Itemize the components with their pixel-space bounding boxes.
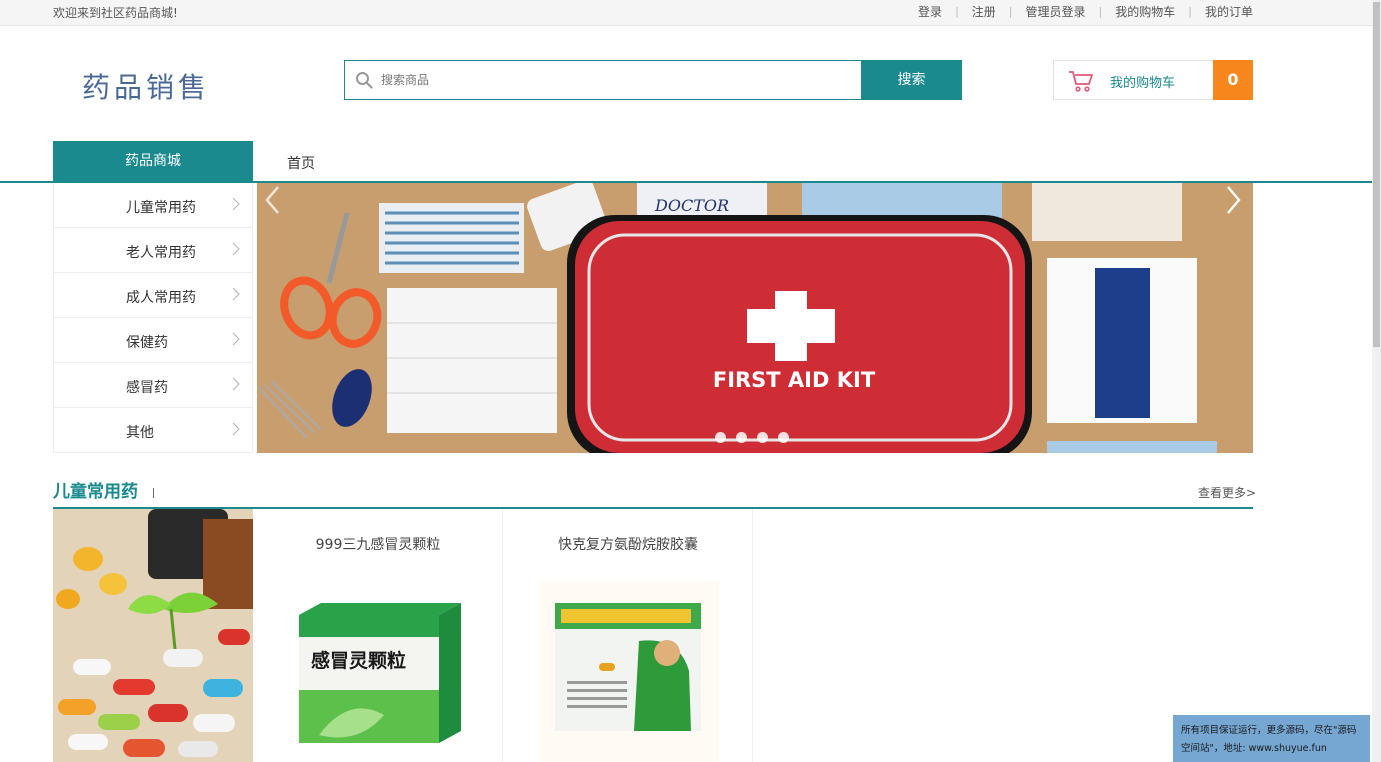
first-aid-kit-illustration: DOCTOR FIRST AID KIT bbox=[257, 183, 1253, 453]
login-link[interactable]: 登录 bbox=[918, 3, 942, 20]
category-label: 成人常用药 bbox=[126, 290, 196, 306]
category-label: 其他 bbox=[126, 425, 154, 441]
product-image: 感冒灵颗粒 bbox=[299, 603, 461, 743]
kit-label: FIRST AID KIT bbox=[713, 368, 876, 392]
divider: | bbox=[955, 5, 959, 18]
my-cart-link[interactable]: 我的购物车 bbox=[1115, 3, 1175, 20]
category-item[interactable]: 老人常用药 bbox=[54, 228, 252, 273]
product-box-text: 感冒灵颗粒 bbox=[311, 649, 406, 672]
welcome-text: 欢迎来到社区药品商城! bbox=[53, 6, 178, 20]
category-label: 感冒药 bbox=[126, 380, 168, 396]
svg-text:DOCTOR: DOCTOR bbox=[654, 196, 729, 215]
admin-login-link[interactable]: 管理员登录 bbox=[1026, 3, 1086, 20]
my-orders-link[interactable]: 我的订单 bbox=[1205, 3, 1253, 20]
product-card[interactable]: 快克复方氨酚烷胺胶囊 bbox=[503, 509, 753, 762]
search-icon bbox=[356, 72, 373, 89]
nav-home-link[interactable]: 首页 bbox=[287, 153, 315, 173]
category-label: 老人常用药 bbox=[126, 245, 196, 261]
section-title: 儿童常用药 bbox=[53, 482, 138, 502]
category-label: 儿童常用药 bbox=[126, 200, 196, 216]
chevron-right-icon bbox=[232, 332, 240, 346]
carousel-dot[interactable] bbox=[778, 432, 789, 443]
chevron-right-icon bbox=[232, 377, 240, 391]
cart-icon bbox=[1069, 71, 1093, 92]
cart-label: 我的购物车 bbox=[1110, 76, 1176, 91]
top-links: 登录 | 注册 | 管理员登录 | 我的购物车 | 我的订单 bbox=[918, 3, 1253, 20]
carousel-dot[interactable] bbox=[736, 432, 747, 443]
register-link[interactable]: 注册 bbox=[972, 3, 996, 20]
category-item[interactable]: 感冒药 bbox=[54, 363, 252, 408]
site-logo[interactable]: 药品销售 bbox=[82, 66, 210, 106]
category-label: 保健药 bbox=[126, 335, 168, 351]
chevron-right-icon bbox=[232, 422, 240, 436]
cart-box[interactable]: 我的购物车 0 bbox=[1053, 60, 1253, 100]
divider: | bbox=[1098, 5, 1103, 18]
carousel-dots bbox=[715, 432, 789, 443]
category-item[interactable]: 其他 bbox=[54, 408, 252, 453]
product-name[interactable]: 快克复方氨酚烷胺胶囊 bbox=[503, 534, 753, 554]
main-nav: 药品商城 首页 bbox=[0, 141, 1372, 183]
search-button[interactable]: 搜索 bbox=[861, 60, 962, 100]
top-bar: 欢迎来到社区药品商城! 登录 | 注册 | 管理员登录 | 我的购物车 | 我的… bbox=[0, 0, 1372, 26]
category-list: 儿童常用药 老人常用药 成人常用药 保健药 感冒药 其他 bbox=[53, 183, 253, 453]
divider: | bbox=[1188, 5, 1192, 18]
category-item[interactable]: 保健药 bbox=[54, 318, 252, 363]
arrow-right-icon[interactable] bbox=[1223, 183, 1243, 217]
category-item[interactable]: 成人常用药 bbox=[54, 273, 252, 318]
carousel-dot[interactable] bbox=[715, 432, 726, 443]
category-menu-title[interactable]: 药品商城 bbox=[53, 141, 253, 183]
search-input[interactable] bbox=[381, 62, 861, 98]
section-promo-image[interactable] bbox=[53, 509, 253, 762]
page-scrollbar[interactable] bbox=[1372, 0, 1381, 762]
product-image bbox=[539, 581, 719, 762]
divider: | bbox=[1008, 5, 1013, 18]
view-more-link[interactable]: 查看更多> bbox=[1198, 484, 1256, 501]
corner-notice: 所有项目保证运行，更多源码，尽在"源码空间站"，地址: www.shuyue.f… bbox=[1173, 715, 1370, 762]
chevron-right-icon bbox=[232, 287, 240, 301]
product-card[interactable]: 999三九感冒灵颗粒 感冒灵颗粒 bbox=[253, 509, 503, 762]
banner-carousel[interactable]: DOCTOR FIRST AID KIT bbox=[257, 183, 1253, 453]
divider bbox=[153, 488, 154, 498]
scrollbar-thumb[interactable] bbox=[1373, 2, 1380, 347]
cart-count-badge: 0 bbox=[1213, 60, 1253, 100]
carousel-dot[interactable] bbox=[757, 432, 768, 443]
product-name[interactable]: 999三九感冒灵颗粒 bbox=[253, 534, 503, 554]
chevron-right-icon bbox=[232, 242, 240, 256]
arrow-left-icon[interactable] bbox=[263, 183, 283, 217]
search-box: 搜索 bbox=[344, 60, 962, 100]
category-item[interactable]: 儿童常用药 bbox=[54, 183, 252, 228]
chevron-right-icon bbox=[232, 197, 240, 211]
pills-illustration bbox=[53, 509, 253, 762]
